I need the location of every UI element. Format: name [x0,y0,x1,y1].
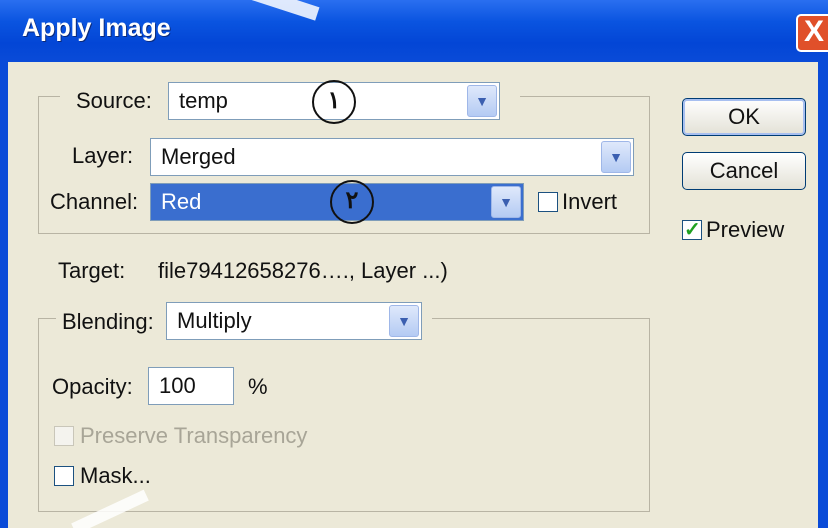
mask-label[interactable]: Mask... [80,461,151,491]
dropdown-arrow-icon: ▼ [467,85,497,117]
layer-dropdown[interactable]: Merged ▼ [150,138,634,176]
window-border-left [0,62,8,528]
invert-label[interactable]: Invert [562,187,617,217]
blending-mode-dropdown[interactable]: Multiply ▼ [166,302,422,340]
preserve-transparency-checkbox[interactable] [54,426,74,446]
mask-checkbox[interactable] [54,466,74,486]
preview-label[interactable]: Preview [706,215,784,245]
target-value: file79412658276…., Layer ...) [158,258,448,283]
ok-button[interactable]: OK [682,98,806,136]
blending-mode-value: Multiply [177,308,252,333]
dropdown-arrow-icon: ▼ [601,141,631,173]
title-bar[interactable]: Apply Image X [0,0,828,62]
opacity-label: Opacity: [52,374,133,399]
opacity-unit: % [248,374,268,399]
source-value: temp [179,88,228,113]
apply-image-dialog: Apply Image X Source: temp ▼ ١ Layer: Me… [0,0,828,528]
preview-checkbox[interactable]: ✓ [682,219,702,241]
preserve-transparency-label[interactable]: Preserve Transparency [80,421,307,451]
cancel-button[interactable]: Cancel [682,152,806,190]
annotation-marker-1: ١ [312,80,356,124]
layer-value: Merged [161,144,236,169]
close-button[interactable]: X [796,14,828,52]
channel-label: Channel: [50,189,139,214]
dialog-title: Apply Image [22,14,171,42]
dropdown-arrow-icon: ▼ [389,305,419,337]
invert-checkbox[interactable] [538,192,558,212]
annotation-marker-2: ٢ [330,180,374,224]
target-label: Target: [58,258,126,283]
checkmark-icon: ✓ [684,219,701,241]
dropdown-arrow-icon: ▼ [491,186,521,218]
blending-label: Blending: [62,309,154,334]
layer-label: Layer: [72,143,134,168]
channel-value: Red [161,189,202,214]
window-border-right [818,62,828,528]
opacity-value: 100 [159,373,196,398]
opacity-input[interactable]: 100 [148,367,234,405]
source-label: Source: [76,88,152,113]
close-icon: X [804,15,825,48]
